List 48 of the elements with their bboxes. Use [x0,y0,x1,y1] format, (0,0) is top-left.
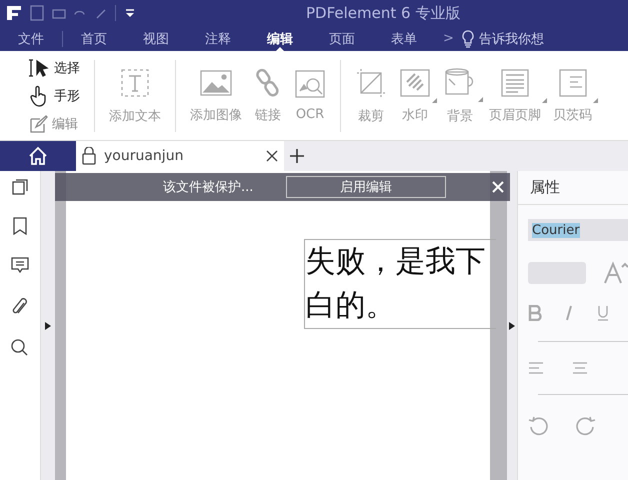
window-title: PDFelement 6 专业版 [306,4,462,22]
thumbnails-icon [12,179,28,195]
mode-button[interactable]: 手形 [54,86,80,104]
more-tabs-button[interactable]: > [435,31,460,46]
close-icon [492,181,504,193]
tell-me-field[interactable]: 告诉我你想 [478,30,544,48]
italic-icon [564,305,574,321]
menu-tab[interactable]: 文件 [0,26,62,51]
house-icon [28,146,48,166]
cursor-icon [28,58,50,78]
search-icon [10,339,29,357]
align-center-icon [572,362,588,374]
close-button[interactable] [492,181,504,193]
align-left-icon [528,362,544,374]
close-icon [266,150,278,162]
watermark-icon [399,68,431,98]
lightbulb-icon [460,28,476,48]
pencil-square-icon [28,114,48,134]
bold-icon [528,305,542,321]
notice-text: 该文件被保护... [163,179,254,196]
font-field[interactable]: Courier [528,219,628,241]
ocr-scan-icon [294,69,326,99]
menu-tab[interactable]: 视图 [125,26,187,51]
app-logo-icon [6,5,22,21]
underline-icon [596,305,610,321]
dropdown-menu-icon [124,7,136,19]
text-box-icon [119,66,151,98]
collapse-arrow-icon [509,322,516,330]
enable-editing-button[interactable]: 启用编辑 [286,176,446,198]
home-button[interactable] [0,141,76,171]
document-tab[interactable]: youruanjun [76,141,284,171]
bookmark-icon [12,217,27,235]
plus-icon [289,148,305,164]
panel-title: 属性 [518,171,628,205]
header-footer-icon [500,68,530,98]
expand-arrow-icon [44,322,51,330]
menu-tab[interactable]: 表单 [373,26,435,51]
comment-icon [10,257,29,275]
image-icon [199,68,233,98]
menu-tab[interactable]: 注释 [187,26,249,51]
rotate-right-icon [574,415,596,437]
increase-font-icon [602,261,628,285]
rotate-left-icon [528,415,550,437]
crop-icon [355,66,387,98]
menu-tab[interactable]: 编辑 [249,26,311,51]
mode-button[interactable]: 选择 [54,58,80,76]
menu-tab[interactable]: 页面 [311,26,373,51]
menu-tab[interactable]: 首页 [63,26,125,51]
